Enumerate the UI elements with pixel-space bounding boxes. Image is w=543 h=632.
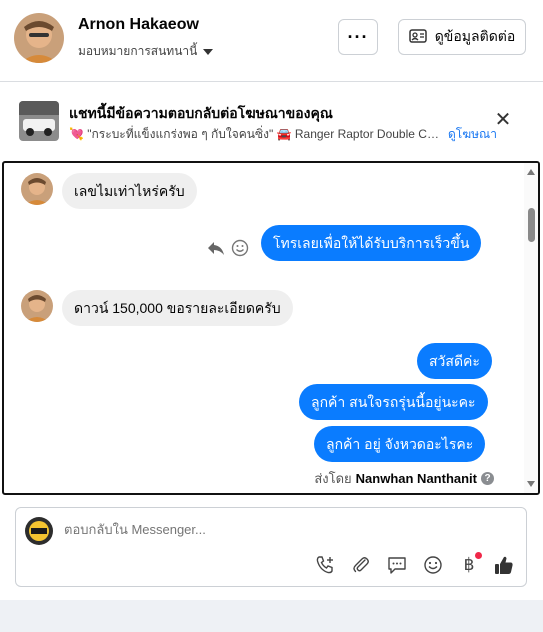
more-options-button[interactable]: ··· — [338, 19, 378, 55]
saved-reply-icon[interactable] — [386, 554, 408, 576]
incoming-message[interactable]: เลขไมเท่าไหร่ครับ — [62, 173, 197, 209]
emoji-icon[interactable] — [422, 554, 444, 576]
ad-thumbnail[interactable] — [19, 101, 59, 141]
sent-by-prefix: ส่งโดย — [314, 471, 352, 486]
reply-composer: ฿ — [15, 507, 527, 587]
message-thread[interactable]: เลขไมเท่าไหร่ครับ โทรเลยเพื่อให้ได้รับบร… — [2, 161, 540, 495]
page-avatar — [25, 517, 53, 545]
sender-avatar — [21, 290, 53, 322]
assign-conversation-dropdown[interactable]: มอบหมายการสนทนานี้ — [78, 42, 214, 61]
reply-input[interactable] — [64, 522, 364, 537]
view-contact-label: ดูข้อมูลติดต่อ — [434, 28, 516, 44]
react-emoji-icon[interactable] — [231, 239, 249, 262]
incoming-message[interactable]: ดาวน์ 150,000 ขอรายละเอียดครับ — [62, 290, 293, 326]
help-icon[interactable]: ? — [481, 472, 494, 485]
message-actions — [207, 239, 249, 262]
assign-label: มอบหมายการสนทนานี้ — [78, 44, 198, 58]
notification-dot — [475, 552, 482, 559]
thumbs-up-icon[interactable] — [493, 554, 515, 576]
scroll-down-icon[interactable] — [527, 481, 535, 487]
close-icon[interactable]: ✕ — [494, 110, 512, 130]
caret-down-icon — [203, 48, 214, 55]
view-ad-link[interactable]: ดูโฆษณา — [448, 125, 497, 144]
conversation-header: Arnon Hakaeow มอบหมายการสนทนานี้ ··· ดูข… — [0, 0, 543, 82]
outgoing-message[interactable]: ลูกค้า อยู่ จังหวดอะไรคะ — [314, 426, 486, 462]
scroll-up-icon[interactable] — [527, 169, 535, 175]
ad-caption: 💘 "กระบะที่แข็งแกร่งพอ ๆ กับใจคนซิ่ง" 🚘 … — [69, 127, 441, 141]
outgoing-message[interactable]: ลูกค้า สนใจรถรุ่นนี้อยู่นะคะ — [299, 384, 488, 420]
outgoing-message[interactable]: สวัสดีค่ะ — [417, 343, 492, 379]
attachment-icon[interactable] — [350, 554, 372, 576]
scrollbar-thumb[interactable] — [528, 208, 535, 242]
thread-scrollbar[interactable] — [524, 163, 538, 493]
contact-name: Arnon Hakaeow — [78, 16, 199, 33]
reply-icon[interactable] — [207, 240, 225, 261]
contact-avatar[interactable] — [14, 13, 64, 63]
phone-add-icon[interactable] — [314, 554, 336, 576]
ad-banner-title: แชทนี้มีข้อความตอบกลับต่อโฆษณาของคุณ — [69, 105, 333, 121]
sender-avatar — [21, 173, 53, 205]
ad-reply-banner: แชทนี้มีข้อความตอบกลับต่อโฆษณาของคุณ 💘 "… — [0, 83, 543, 159]
contact-card-icon — [408, 28, 427, 46]
view-contact-button[interactable]: ดูข้อมูลติดต่อ — [398, 19, 526, 55]
sent-by-label: ส่งโดย Nanwhan Nanthanit ? — [314, 468, 494, 489]
sent-by-agent: Nanwhan Nanthanit — [355, 471, 477, 486]
outgoing-message[interactable]: โทรเลยเพื่อให้ได้รับบริการเร็วขึ้น — [261, 225, 482, 261]
footer-strip — [0, 600, 543, 632]
